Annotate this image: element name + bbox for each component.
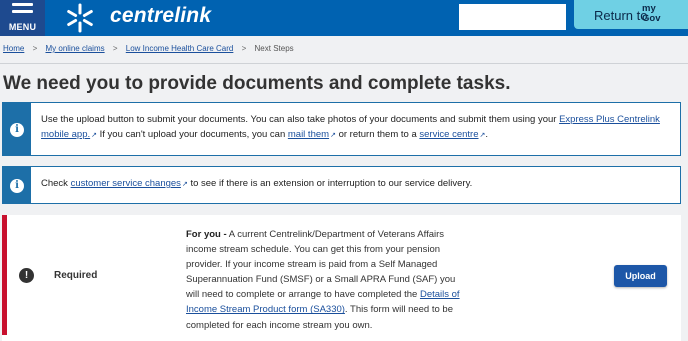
centrelink-star-icon: [67, 3, 93, 33]
task-card: ! Required For you - A current Centrelin…: [2, 215, 681, 341]
mail-them-link[interactable]: mail them: [288, 129, 329, 140]
mygov-logo-gov: Gov: [642, 13, 661, 24]
menu-button[interactable]: MENU: [0, 0, 45, 36]
divider: [0, 63, 688, 64]
breadcrumb-my-online-claims[interactable]: My online claims: [45, 44, 104, 53]
breadcrumb-current: Next Steps: [254, 44, 294, 53]
upload-info-part3: or return them to a: [335, 129, 420, 140]
centrelink-logo[interactable]: centrelink: [110, 4, 211, 28]
breadcrumb-home[interactable]: Home: [3, 44, 24, 53]
service-centre-link[interactable]: service centre: [419, 129, 478, 140]
site-header: MENU centrelink Return to my Gov: [0, 0, 688, 36]
info-circle-icon: i: [10, 123, 24, 137]
upload-button[interactable]: Upload: [614, 265, 667, 287]
changes-part2: to see if there is an extension or inter…: [187, 178, 473, 189]
exclamation-circle-icon: !: [19, 268, 34, 283]
mygov-logo: my Gov: [642, 4, 660, 24]
customer-service-changes-link[interactable]: customer service changes: [71, 178, 181, 189]
status-badge: Required: [54, 270, 98, 281]
task-description: For you - A current Centrelink/Departmen…: [186, 227, 460, 333]
info-bar: i: [3, 103, 31, 155]
upload-info-part4: .: [485, 129, 489, 140]
info-circle-icon: i: [10, 179, 24, 193]
return-label: Return to: [594, 8, 648, 23]
task-text1: A current Centrelink/Department of Veter…: [186, 229, 456, 301]
breadcrumb-separator: >: [241, 44, 247, 53]
upload-info-part1: Use the upload button to submit your doc…: [41, 114, 560, 125]
hamburger-icon: [12, 3, 33, 17]
service-changes-text: Check customer service changes↗ to see i…: [41, 176, 672, 192]
page-title: We need you to provide documents and com…: [3, 73, 511, 94]
required-bar: [2, 215, 7, 335]
breadcrumb-separator: >: [112, 44, 118, 53]
changes-part1: Check: [41, 178, 71, 189]
header-search-input[interactable]: [459, 4, 566, 30]
task-lead: For you -: [186, 229, 227, 240]
upload-info-box: i Use the upload button to submit your d…: [2, 102, 681, 156]
upload-info-text: Use the upload button to submit your doc…: [41, 112, 672, 143]
upload-info-part2: If you can't upload your documents, you …: [97, 129, 288, 140]
breadcrumb: Home > My online claims > Low Income Hea…: [3, 44, 294, 53]
service-changes-info-box: i Check customer service changes↗ to see…: [2, 166, 681, 204]
breadcrumb-claim[interactable]: Low Income Health Care Card: [126, 44, 234, 53]
return-to-mygov-button[interactable]: Return to my Gov: [574, 0, 688, 29]
menu-label: MENU: [8, 22, 37, 32]
breadcrumb-separator: >: [32, 44, 38, 53]
info-bar: i: [3, 167, 31, 203]
